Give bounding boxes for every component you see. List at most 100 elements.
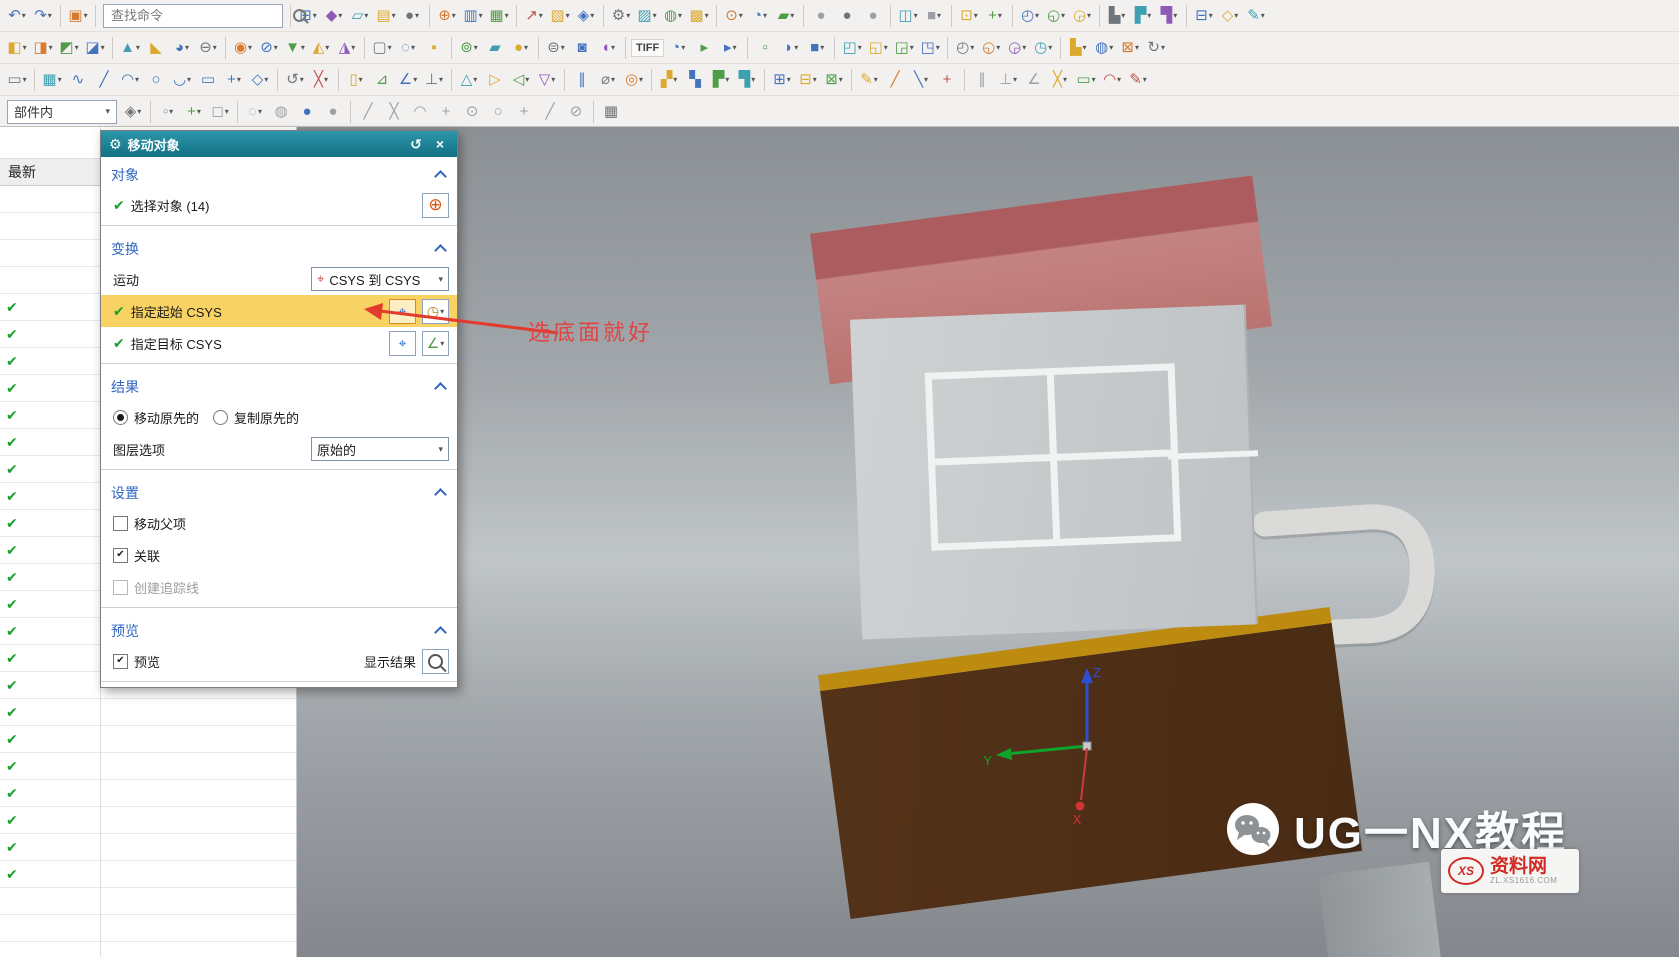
toolbar-icon[interactable]: ╱ <box>91 67 117 92</box>
toolbar-icon[interactable]: ▜▾ <box>734 67 760 92</box>
toolbar-icon[interactable]: ◙ <box>569 35 595 60</box>
toolbar-icon[interactable]: ▞▾ <box>656 67 682 92</box>
chevron-down-icon[interactable]: ▾ <box>1063 76 1067 84</box>
chevron-down-icon[interactable]: ▾ <box>705 12 709 20</box>
chevron-down-icon[interactable]: ▾ <box>566 12 570 20</box>
toolbar-icon[interactable]: ▪ <box>421 35 447 60</box>
chevron-down-icon[interactable]: ▾ <box>248 44 252 52</box>
collapse-chevron-icon[interactable] <box>434 488 447 501</box>
toolbar-icon[interactable]: ● <box>294 99 320 124</box>
toolbar-icon[interactable]: ▽▾ <box>534 67 560 92</box>
chevron-down-icon[interactable]: ▾ <box>653 12 657 20</box>
chevron-down-icon[interactable]: ▾ <box>274 44 278 52</box>
toolbar-icon[interactable]: ◱▾ <box>865 35 891 60</box>
toolbar-icon[interactable]: ⌀▾ <box>595 67 621 92</box>
chevron-down-icon[interactable]: ▾ <box>58 76 62 84</box>
toolbar-icon[interactable]: ◠ <box>407 99 433 124</box>
chevron-down-icon[interactable]: ▾ <box>590 12 594 20</box>
toolbar-icon[interactable]: ◣ <box>143 35 169 60</box>
dialog-reset-icon[interactable]: ↺ <box>407 136 425 153</box>
chevron-down-icon[interactable]: ▾ <box>924 76 928 84</box>
chevron-down-icon[interactable]: ▾ <box>763 12 767 20</box>
chevron-down-icon[interactable]: ▾ <box>874 76 878 84</box>
toolbar-icon[interactable]: ◠▾ <box>1099 67 1125 92</box>
chevron-down-icon[interactable]: ▾ <box>452 12 456 20</box>
chevron-down-icon[interactable]: ▾ <box>1209 12 1213 20</box>
toolbar-icon[interactable]: △▾ <box>456 67 482 92</box>
target-csys-button[interactable]: ⌖ <box>389 331 416 356</box>
toolbar-icon[interactable]: ✎▾ <box>1125 67 1151 92</box>
clipboard-icon[interactable]: ▣▾ <box>65 3 91 28</box>
chevron-down-icon[interactable]: ▾ <box>49 44 53 52</box>
toolbar-icon[interactable]: ▭▾ <box>4 67 30 92</box>
toolbar-icon[interactable]: ●▾ <box>399 3 425 28</box>
chevron-down-icon[interactable]: ▾ <box>1117 76 1121 84</box>
toolbar-icon[interactable]: ▦ <box>598 99 624 124</box>
chevron-down-icon[interactable]: ▾ <box>338 12 342 20</box>
chevron-down-icon[interactable]: ▾ <box>185 44 189 52</box>
toolbar-icon[interactable]: ◁▾ <box>508 67 534 92</box>
toolbar-icon[interactable]: ▦▾ <box>39 67 65 92</box>
toolbar-icon[interactable]: ◵▾ <box>1043 3 1069 28</box>
toolbar-icon[interactable]: ▫▾ <box>155 99 181 124</box>
toolbar-icon[interactable]: ▨▾ <box>634 3 660 28</box>
chevron-down-icon[interactable]: ▾ <box>910 44 914 52</box>
chevron-down-icon[interactable]: ▾ <box>75 44 79 52</box>
toolbar-icon[interactable]: ✎▾ <box>856 67 882 92</box>
toolbar-icon[interactable]: ↗▾ <box>521 3 547 28</box>
chevron-down-icon[interactable]: ▾ <box>22 12 26 20</box>
chevron-down-icon[interactable]: ▾ <box>970 44 974 52</box>
motion-dropdown[interactable]: ⌖ CSYS 到 CSYS ▾ <box>311 267 449 291</box>
collapse-chevron-icon[interactable] <box>434 244 447 257</box>
toolbar-icon[interactable]: ⊘▾ <box>256 35 282 60</box>
toolbar-icon[interactable]: ⊥▾ <box>995 67 1021 92</box>
toolbar-icon[interactable]: ◮▾ <box>334 35 360 60</box>
chevron-down-icon[interactable]: ▾ <box>996 44 1000 52</box>
toolbar-icon[interactable]: ◵▾ <box>978 35 1004 60</box>
chevron-down-icon[interactable]: ▾ <box>325 44 329 52</box>
toolbar-icon[interactable]: ◴▾ <box>1017 3 1043 28</box>
toolbar-icon[interactable]: ▰▾ <box>773 3 799 28</box>
chevron-down-icon[interactable]: ▾ <box>839 76 843 84</box>
chevron-down-icon[interactable]: ▾ <box>197 108 201 116</box>
chevron-down-icon[interactable]: ▾ <box>169 108 173 116</box>
layer-option-dropdown[interactable]: 原始的 ▾ <box>311 437 449 461</box>
chevron-down-icon[interactable]: ▾ <box>1087 12 1091 20</box>
toolbar-icon[interactable]: ◍▾ <box>1091 35 1117 60</box>
toolbar-icon[interactable]: ▰ <box>482 35 508 60</box>
chevron-down-icon[interactable]: ▾ <box>1109 44 1113 52</box>
toolbar-icon[interactable]: ▫ <box>752 35 778 60</box>
section-result[interactable]: 结果 <box>101 371 457 401</box>
chevron-down-icon[interactable]: ▾ <box>135 76 139 84</box>
history-row[interactable] <box>0 942 296 957</box>
undo-icon[interactable]: ↶▾ <box>4 3 30 28</box>
toolbar-icon[interactable]: ◪▾ <box>82 35 108 60</box>
chevron-down-icon[interactable]: ▾ <box>725 76 729 84</box>
toolbar-icon[interactable]: ▲▾ <box>117 35 143 60</box>
chevron-down-icon[interactable]: ▾ <box>351 44 355 52</box>
toolbar-icon[interactable]: ◌▾ <box>242 99 268 124</box>
history-row[interactable] <box>0 699 296 726</box>
chevron-down-icon[interactable]: ▾ <box>48 12 52 20</box>
toolbar-icon[interactable]: ◠▾ <box>117 67 143 92</box>
toolbar-icon[interactable]: ⊿ <box>369 67 395 92</box>
chevron-down-icon[interactable]: ▾ <box>479 12 483 20</box>
toolbar-icon[interactable]: ◩▾ <box>56 35 82 60</box>
chevron-down-icon[interactable]: ▾ <box>681 44 685 52</box>
chevron-down-icon[interactable]: ▾ <box>300 76 304 84</box>
preview-checkbox[interactable] <box>113 654 128 669</box>
chevron-down-icon[interactable]: ▾ <box>1161 44 1165 52</box>
chevron-down-icon[interactable]: ▾ <box>23 44 27 52</box>
copy-original-radio[interactable] <box>213 410 228 425</box>
toolbar-icon[interactable]: ◰▾ <box>839 35 865 60</box>
chevron-down-icon[interactable]: ▾ <box>213 44 217 52</box>
chevron-down-icon[interactable]: ▾ <box>1035 12 1039 20</box>
toolbar-icon[interactable]: ▸ <box>691 35 717 60</box>
chevron-down-icon[interactable]: ▾ <box>413 76 417 84</box>
toolbar-icon[interactable]: ▭▾ <box>1073 67 1099 92</box>
show-result-button[interactable] <box>422 649 449 674</box>
toolbar-icon[interactable]: ● <box>320 99 346 124</box>
chevron-down-icon[interactable]: ▾ <box>313 12 317 20</box>
chevron-down-icon[interactable]: ▾ <box>524 44 528 52</box>
toolbar-icon[interactable]: ▱▾ <box>347 3 373 28</box>
